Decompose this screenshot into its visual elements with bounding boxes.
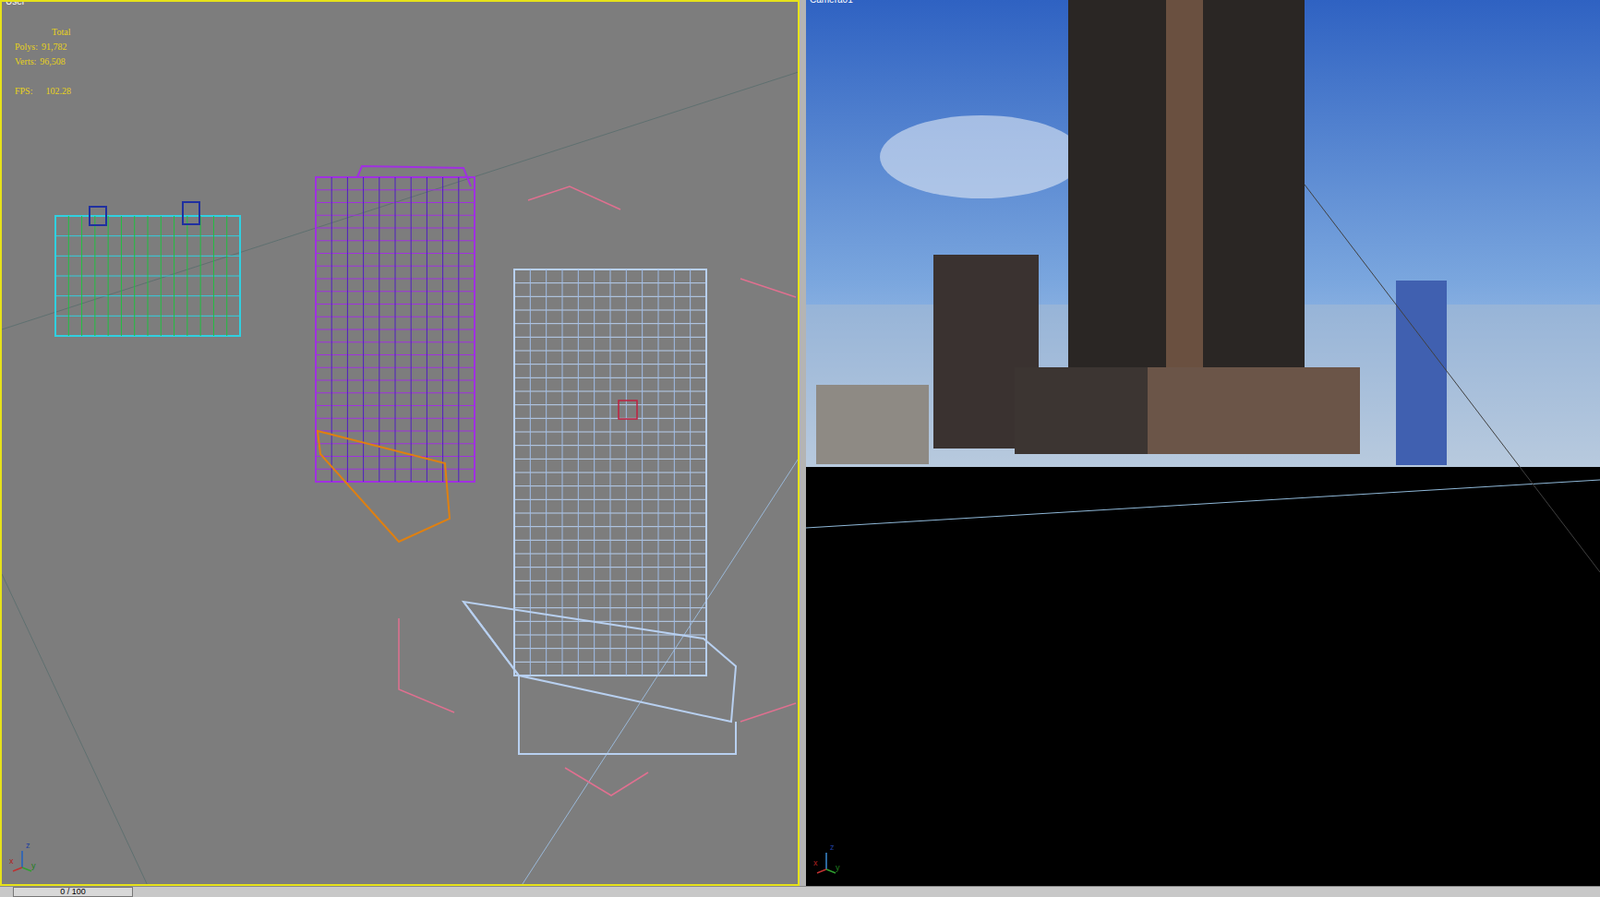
- axis-gizmo: zxy: [813, 843, 842, 878]
- time-slider[interactable]: 0 / 100: [0, 886, 1600, 897]
- user-viewport[interactable]: User TotalPolys:91,782Verts:96,508FPS:102…: [0, 0, 800, 887]
- viewport-label[interactable]: Camera01: [809, 0, 854, 5]
- camera-viewport[interactable]: Camera01 zxy: [806, 0, 1600, 887]
- viewport-area: User TotalPolys:91,782Verts:96,508FPS:102…: [0, 0, 1600, 887]
- statistics-overlay: TotalPolys:91,782Verts:96,508FPS:102.28: [14, 24, 72, 99]
- axis-gizmo: zxy: [9, 842, 37, 876]
- max-workspace: User TotalPolys:91,782Verts:96,508FPS:102…: [0, 0, 1600, 897]
- building-wire-green[interactable]: [55, 216, 241, 337]
- viewport-label[interactable]: User: [5, 0, 25, 7]
- render-image: [806, 0, 1600, 887]
- wireframe-scene: [1, 1, 800, 887]
